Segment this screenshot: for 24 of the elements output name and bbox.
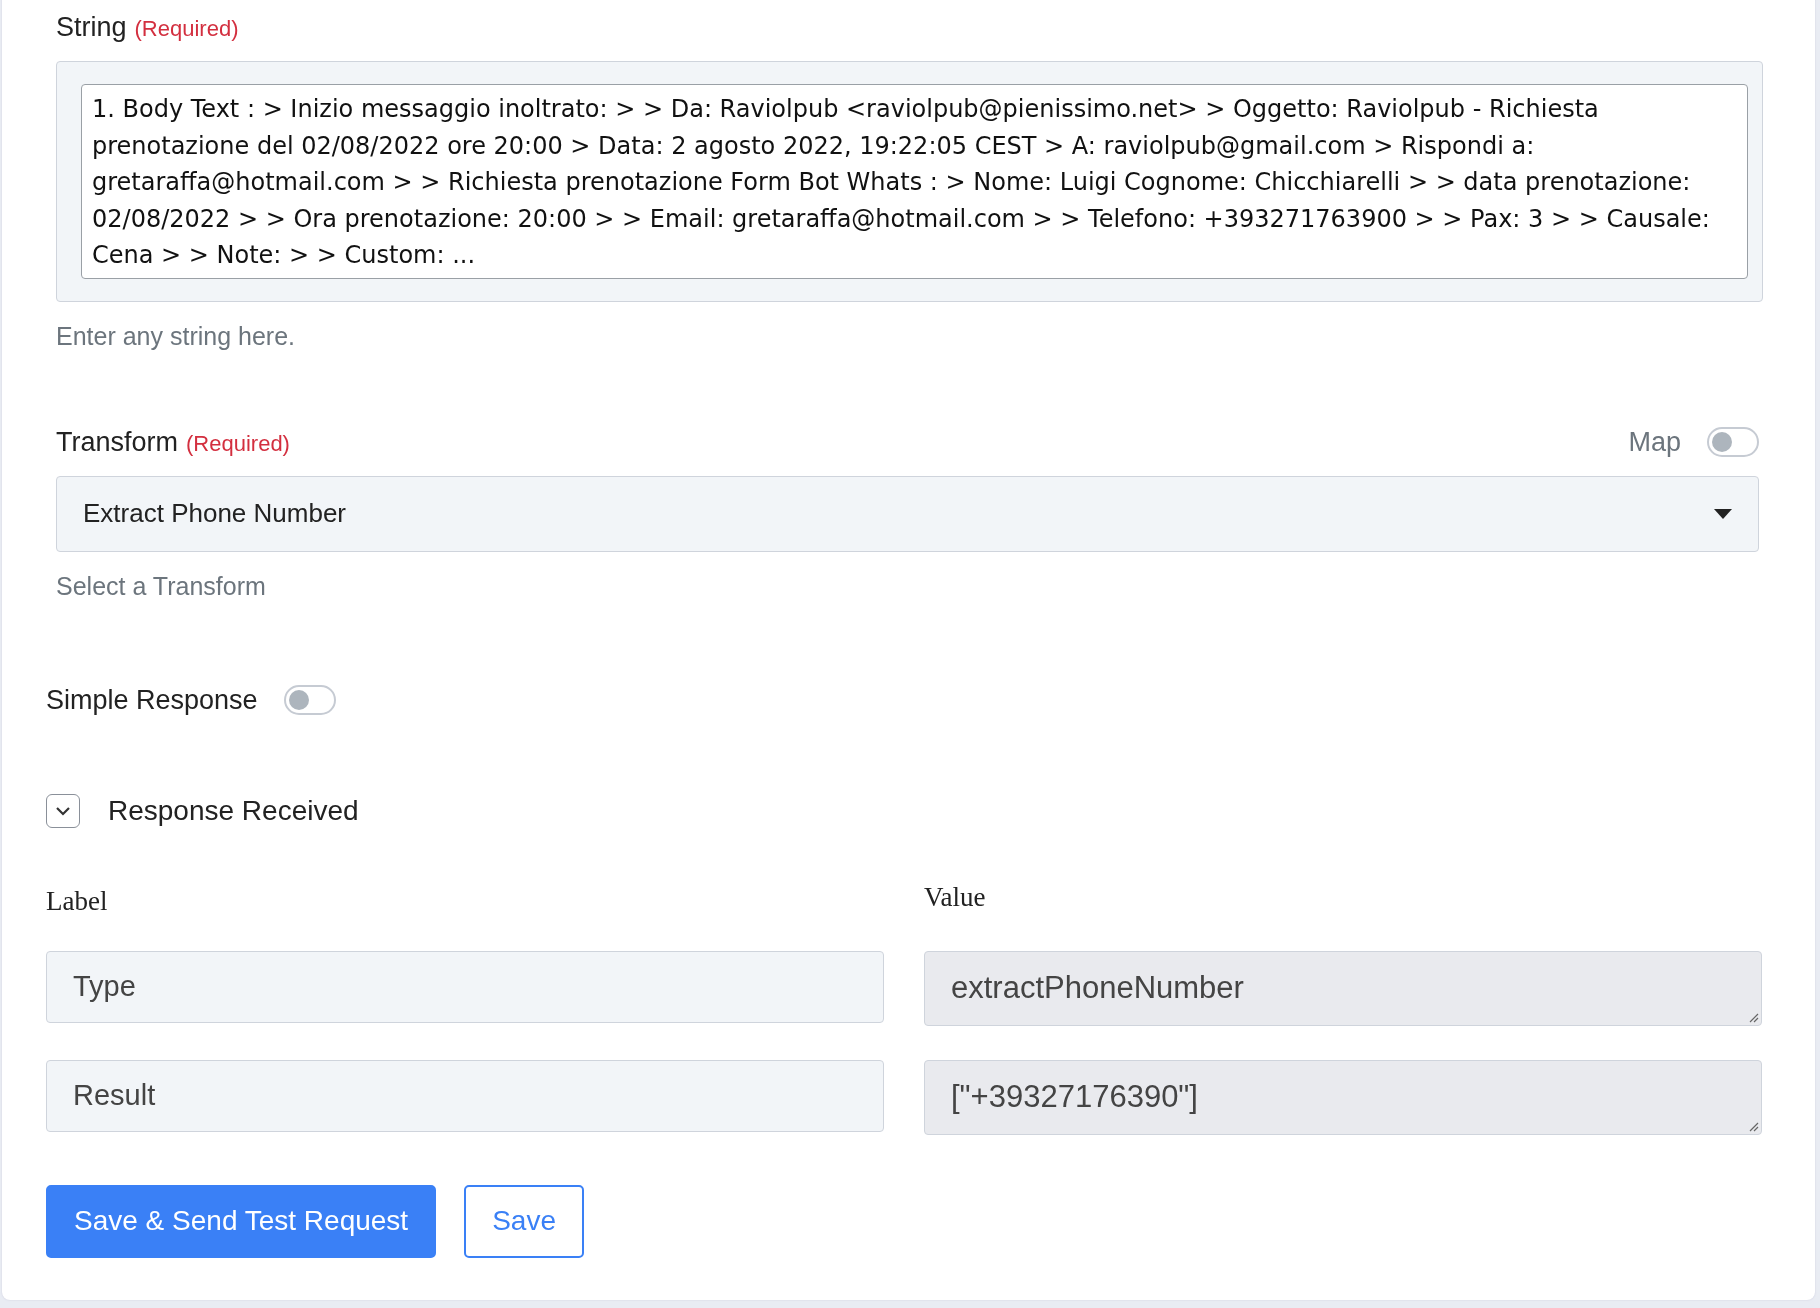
required-note: (Required): [186, 430, 290, 457]
send-test-request-button[interactable]: Save & Send Test Request: [46, 1184, 437, 1258]
chevron-icon: [55, 805, 71, 816]
save-button[interactable]: Save: [464, 1184, 584, 1258]
value-field[interactable]: ["+39327176390"]: [924, 1059, 1762, 1135]
collapse-toggle[interactable]: [46, 793, 80, 828]
required-note: (Required): [134, 16, 239, 42]
map-label: Map: [1628, 426, 1681, 458]
simple-response-toggle[interactable]: [283, 685, 336, 715]
value-field[interactable]: extractPhoneNumber: [924, 950, 1762, 1026]
section-title: Response Received: [108, 794, 359, 827]
label-field[interactable]: Result: [46, 1059, 884, 1132]
string-input[interactable]: 1. Body Text : > Inizio messaggio inoltrato: > > Da: Raviolpub <raviolpub@pienissimo.net> > Oggetto: Raviolpub - Richiesta prenotazione del 02/08/2022 ore 20:00 > Data: 2 agosto 2022, 19:22:05 CEST > A: raviolpub@gmail.com > Rispondi a: gretaraffa@hotmail.com > > Richiesta prenotazione Form Bot Whats : > Nome: Luigi Cognome: Chicchiarelli > > data prenotazione: 02/08/2022 > > Ora prenotazione: 20:00 > > Email: gretaraffa@hotmail.com > > Telefono: +393271763900 > > Pax: 3 > > Causale: Cena > > Note: > > Custom: ...: [81, 84, 1748, 279]
field-label: Transform: [56, 426, 178, 458]
column-header: Value: [924, 881, 987, 914]
map-toggle[interactable]: [1707, 427, 1759, 457]
caret-icon: [1714, 508, 1732, 519]
column-header: Label: [46, 885, 109, 917]
field-label: String: [56, 12, 127, 43]
label-field[interactable]: Type: [46, 950, 884, 1023]
simple-response-label: Simple Response: [46, 684, 258, 716]
transform-dropdown[interactable]: Extract Phone Number: [56, 475, 1759, 552]
field-hint: Enter any string here.: [56, 321, 296, 351]
field-hint: Select a Transform: [56, 571, 267, 601]
